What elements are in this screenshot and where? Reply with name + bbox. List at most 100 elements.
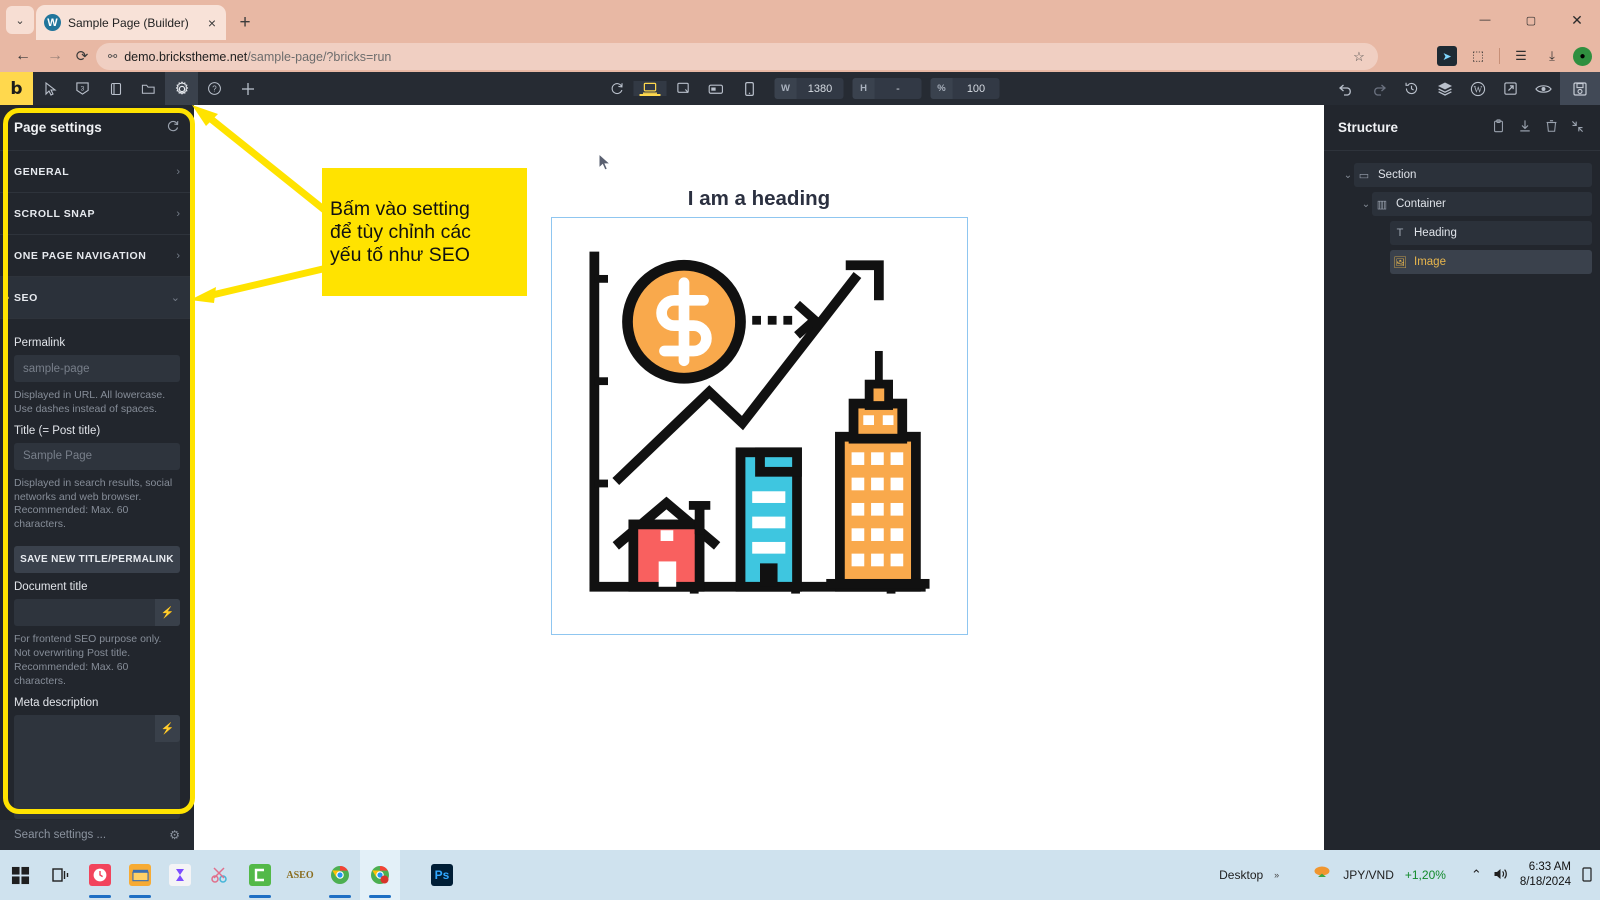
- overflow-icon[interactable]: »: [1274, 870, 1279, 880]
- chrome-active-icon[interactable]: [360, 850, 400, 900]
- templates-folder-icon[interactable]: [132, 72, 165, 105]
- clock[interactable]: 6:33 AM 8/18/2024: [1520, 860, 1571, 890]
- volume-icon[interactable]: [1493, 867, 1509, 884]
- settings-icon[interactable]: ⚙: [169, 828, 180, 842]
- tab-search-button[interactable]: ⌄: [6, 6, 34, 34]
- tree-item-image[interactable]: 🖼 Image: [1390, 250, 1592, 274]
- collapse-icon[interactable]: [1571, 120, 1584, 136]
- wordpress-icon[interactable]: W: [1461, 72, 1494, 105]
- accordion-one-page-navigation[interactable]: ONE PAGE NAVIGATION ›: [0, 235, 194, 277]
- chrome-icon[interactable]: [320, 850, 360, 900]
- accordion-scroll-snap[interactable]: SCROLL SNAP ›: [0, 193, 194, 235]
- permalink-input[interactable]: [14, 355, 180, 382]
- add-icon[interactable]: [231, 72, 264, 105]
- back-icon[interactable]: ←: [8, 40, 38, 72]
- reload-icon[interactable]: ⟳: [67, 40, 97, 72]
- document-title-help-text: For frontend SEO purpose only. Not overw…: [14, 633, 162, 687]
- svg-text:W: W: [1473, 84, 1482, 94]
- camtasia-icon[interactable]: [240, 850, 280, 900]
- structure-panel: Structure ⌄ ▭ Section ⌄ ▥ Container T He…: [1324, 105, 1600, 850]
- mobile-view-icon[interactable]: [733, 81, 766, 97]
- maximize-button[interactable]: ▢: [1508, 0, 1554, 40]
- lightning-bolt-icon[interactable]: ⚡: [155, 714, 180, 742]
- elements-icon[interactable]: 3: [66, 72, 99, 105]
- bookmark-star-icon[interactable]: ☆: [1348, 46, 1370, 67]
- snip-tool-icon[interactable]: [200, 850, 240, 900]
- history-icon[interactable]: [1395, 72, 1428, 105]
- external-link-icon[interactable]: [1494, 72, 1527, 105]
- task-view-icon[interactable]: [40, 850, 80, 900]
- tablet-view-icon[interactable]: [700, 82, 733, 96]
- width-field[interactable]: W 1380: [774, 78, 844, 99]
- currency-widget-icon[interactable]: [1312, 864, 1332, 887]
- profile-avatar[interactable]: ●: [1573, 46, 1592, 66]
- accordion-seo[interactable]: SEO ⌄: [0, 277, 194, 319]
- start-icon[interactable]: [0, 850, 40, 900]
- canvas-image-element[interactable]: [551, 217, 968, 635]
- page-title: Page settings: [14, 120, 102, 135]
- chevron-down-icon[interactable]: ⌄: [1338, 170, 1358, 181]
- notifications-icon[interactable]: [1582, 867, 1592, 883]
- media-list-icon[interactable]: ☰: [1511, 46, 1531, 66]
- browser-tab[interactable]: W Sample Page (Builder) ×: [36, 5, 226, 40]
- zoom-field[interactable]: % 100: [930, 78, 1000, 99]
- download-icon[interactable]: ⤓: [1542, 46, 1562, 66]
- laptop-view-icon[interactable]: [667, 81, 700, 96]
- search-settings-input[interactable]: Search settings ...: [14, 829, 106, 841]
- panel-search-bar[interactable]: Search settings ... ⚙: [0, 820, 194, 850]
- forward-icon[interactable]: →: [40, 40, 70, 72]
- tree-item-heading[interactable]: T Heading: [1390, 221, 1592, 245]
- desktop-view-icon[interactable]: [633, 81, 667, 96]
- url-domain: demo.brickstheme.net: [124, 49, 248, 64]
- clipboard-icon[interactable]: [1492, 119, 1505, 136]
- undo-icon[interactable]: [1329, 72, 1362, 105]
- document-title-label: Document title: [14, 581, 88, 594]
- accordion-label: ONE PAGE NAVIGATION: [14, 249, 147, 262]
- refresh-icon[interactable]: [601, 81, 634, 96]
- structure-tree: ⌄ ▭ Section ⌄ ▥ Container T Heading 🖼 Im…: [1324, 151, 1600, 274]
- new-tab-button[interactable]: +: [232, 9, 258, 35]
- chevron-up-icon[interactable]: ⌃: [1471, 867, 1482, 883]
- chevron-down-icon: ⌄: [170, 292, 180, 304]
- refresh-icon[interactable]: [166, 119, 180, 136]
- image-icon: 🖼: [1393, 256, 1407, 269]
- layers-icon[interactable]: [1428, 72, 1461, 105]
- clock-date: 8/18/2024: [1519, 876, 1571, 888]
- lightning-bolt-icon[interactable]: ⚡: [155, 599, 180, 627]
- save-button[interactable]: [1560, 72, 1600, 105]
- bricks-logo[interactable]: b: [0, 72, 33, 105]
- help-icon[interactable]: ?: [198, 72, 231, 105]
- preview-eye-icon[interactable]: [1527, 72, 1560, 105]
- accordion-general[interactable]: GENERAL ›: [0, 151, 194, 193]
- settings-gear-icon[interactable]: [165, 72, 198, 105]
- tree-item-container[interactable]: ⌄ ▥ Container: [1362, 192, 1592, 216]
- system-tray: Desktop » JPY/VND +1,20% ⌃ 6:33 AM 8/18/…: [1219, 850, 1600, 900]
- browser-chrome: ⌄ W Sample Page (Builder) × + — ▢ ✕ ← → …: [0, 0, 1600, 72]
- annotation-line-3: yếu tố như SEO: [330, 243, 470, 266]
- address-bar[interactable]: ⚯ demo.brickstheme.net/sample-page/?bric…: [96, 43, 1378, 70]
- minimize-button[interactable]: —: [1462, 0, 1508, 40]
- close-window-button[interactable]: ✕: [1554, 0, 1600, 40]
- redo-icon[interactable]: [1362, 72, 1395, 105]
- clock-app-icon[interactable]: [80, 850, 120, 900]
- toolbar-divider: [1499, 48, 1500, 64]
- puzzle-extensions-icon[interactable]: ⬚: [1468, 46, 1488, 66]
- photoshop-icon[interactable]: Ps: [422, 850, 462, 900]
- save-new-title-permalink-button[interactable]: SAVE NEW TITLE/PERMALINK: [14, 546, 180, 574]
- desktop-label[interactable]: Desktop: [1219, 868, 1263, 882]
- pages-icon[interactable]: [99, 72, 132, 105]
- import-icon[interactable]: [1518, 119, 1532, 136]
- aseo-icon[interactable]: ASEO: [280, 850, 320, 900]
- trash-icon[interactable]: [1545, 119, 1558, 136]
- site-info-icon[interactable]: ⚯: [108, 50, 117, 63]
- height-field[interactable]: H -: [852, 78, 922, 99]
- close-icon[interactable]: ×: [206, 16, 218, 30]
- store-icon[interactable]: [120, 850, 160, 900]
- cursor-extension-icon[interactable]: ➤: [1437, 46, 1457, 66]
- permalink-label: Permalink: [14, 337, 66, 349]
- chevron-down-icon[interactable]: ⌄: [1356, 199, 1376, 210]
- select-arrow-icon[interactable]: [33, 72, 66, 105]
- title-input[interactable]: [14, 442, 180, 470]
- hourglass-app-icon[interactable]: [160, 850, 200, 900]
- tree-item-section[interactable]: ⌄ ▭ Section: [1344, 163, 1592, 187]
